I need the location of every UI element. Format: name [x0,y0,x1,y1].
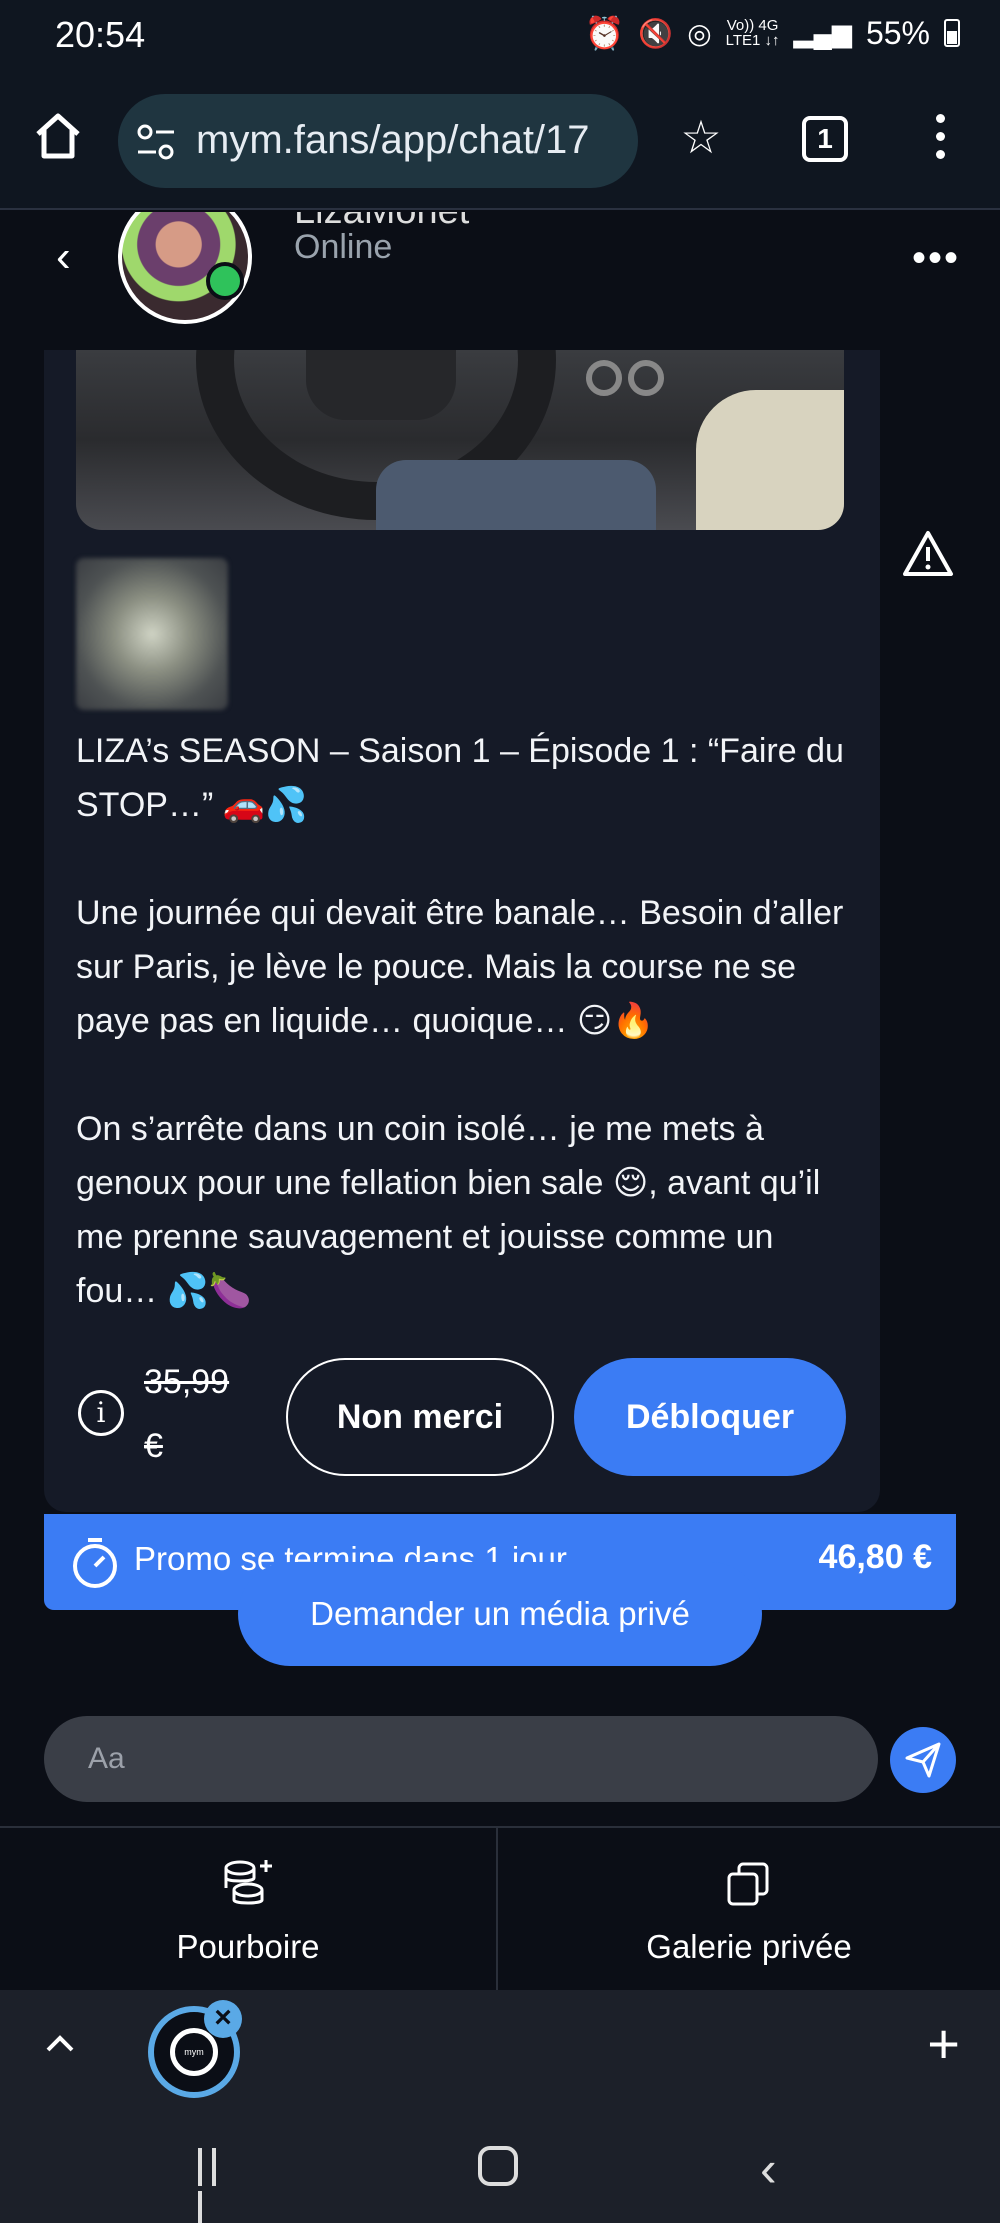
chat-actions: Pourboire Galerie privée [0,1826,1000,1992]
mym-logo-icon: mym [170,2028,218,2076]
legs-shape [376,460,656,530]
site-settings-icon[interactable] [136,122,176,162]
message-card: LIZA’s SEASON – Saison 1 – Épisode 1 : “… [44,350,880,1512]
dashboard-gauges-shape [586,360,726,420]
locked-media-thumbnail[interactable] [76,558,228,710]
tip-label: Pourboire [176,1928,320,1965]
message-paragraph: LIZA’s SEASON – Saison 1 – Épisode 1 : “… [76,732,844,824]
home-icon[interactable] [30,108,86,164]
online-indicator [206,262,244,300]
coins-plus-icon [224,1860,272,1905]
plus-icon[interactable]: + [927,2016,960,2072]
bookmark-star-icon[interactable]: ☆ [676,112,726,162]
home-nav-icon[interactable] [478,2146,518,2186]
battery-icon [944,19,960,47]
browser-toolbar: mym.fans/app/chat/17 ☆ 1 [0,72,1000,210]
browser-menu-icon[interactable] [930,114,950,168]
online-status: Online [294,228,393,266]
browser-bottom-toolbar: mym × + [0,1990,1000,2110]
wheel-hub-shape [306,350,456,420]
timer-icon [73,1538,117,1588]
status-time: 20:54 [55,14,146,55]
gallery-label: Galerie privée [646,1928,852,1965]
network-line-2: LTE1 ↓↑ [725,32,780,49]
report-warning-icon[interactable] [902,528,954,580]
back-chevron-icon[interactable]: ‹ [56,232,71,282]
chat-header: ‹ LizaMonet Online ••• [0,212,1000,352]
private-gallery-button[interactable]: Galerie privée [500,1828,998,1992]
seat-shape [696,390,844,530]
hotspot-icon: ◎ [687,17,712,49]
system-nav-bar: ‹ [0,2110,1000,2223]
send-icon [905,1742,941,1778]
alarm-icon: ⏰ [584,15,625,51]
status-bar: 20:54 ⏰ 🔇 ◎ Vo)) 4G LTE1 ↓↑ ▂▄▆ 55% [0,0,1000,72]
recent-apps-icon[interactable] [198,2148,238,2223]
status-icons: ⏰ 🔇 ◎ Vo)) 4G LTE1 ↓↑ ▂▄▆ 55% [584,14,960,52]
mute-icon: 🔇 [638,17,674,49]
more-options-icon[interactable]: ••• [912,236,960,281]
url-text: mym.fans/app/chat/17 [196,118,590,162]
info-icon[interactable]: i [78,1390,124,1436]
gallery-copy-icon [727,1862,769,1906]
close-icon[interactable]: × [204,2000,242,2038]
address-bar[interactable]: mym.fans/app/chat/17 [118,94,638,188]
send-button[interactable] [890,1727,956,1793]
battery-percent: 55% [865,14,930,51]
back-nav-icon[interactable]: ‹ [760,2140,777,2198]
signal-icon: ▂▄▆ [793,17,852,48]
promo-price: 46,80 € [818,1538,932,1576]
message-paragraph: Une journée qui devait être banale… Beso… [76,894,844,1040]
old-price: 35,99 € [144,1363,230,1465]
message-photo[interactable] [76,350,844,530]
request-private-media-button[interactable]: Demander un média privé [238,1562,762,1666]
message-paragraph: On s’arrête dans un coin isolé… je me me… [76,1110,821,1310]
tab-switcher-button[interactable]: 1 [802,116,848,162]
decline-button[interactable]: Non merci [286,1358,554,1476]
network-type: Vo)) 4G LTE1 ↓↑ [726,18,780,48]
message-text: LIZA’s SEASON – Saison 1 – Épisode 1 : “… [76,724,856,1318]
message-input[interactable] [44,1716,878,1802]
unlock-button[interactable]: Débloquer [574,1358,846,1476]
tip-button[interactable]: Pourboire [0,1828,498,1992]
chevron-up-icon[interactable] [42,2026,78,2062]
